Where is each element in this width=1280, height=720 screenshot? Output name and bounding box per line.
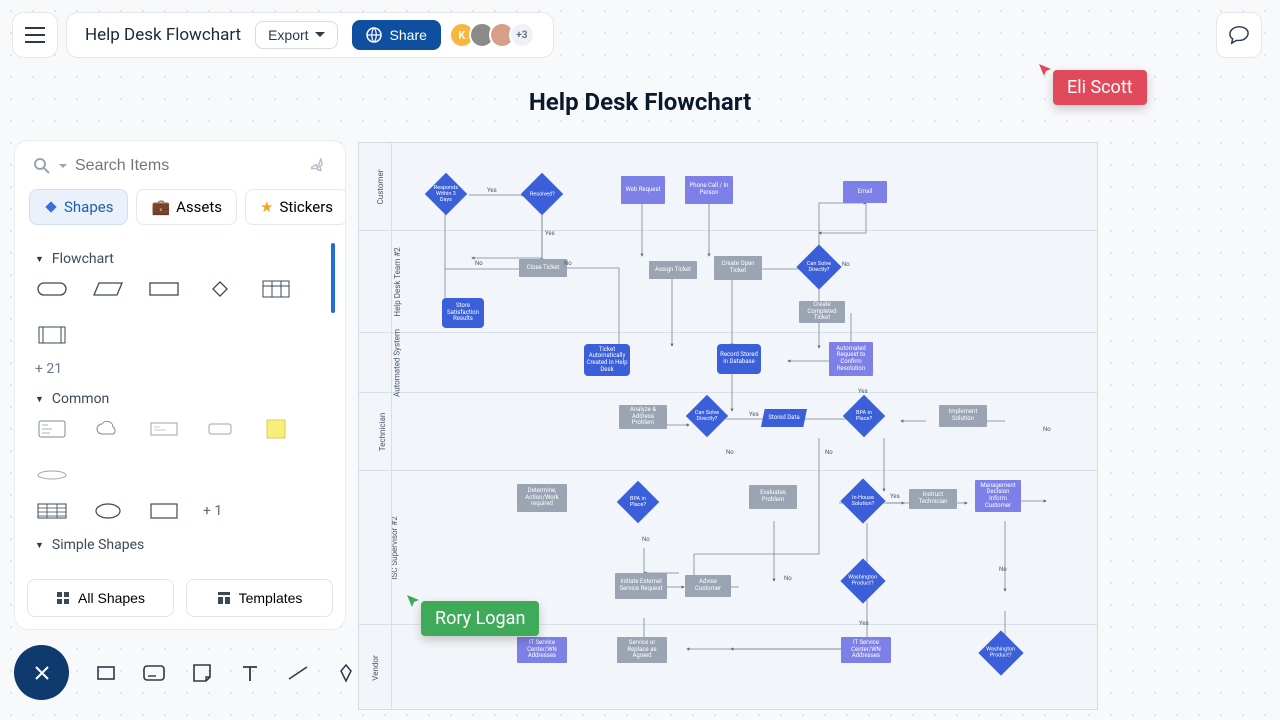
doc-title-bar: Help Desk Flowchart Export Share K +3 [66, 12, 554, 58]
shapes-sidebar: Shapes 💼 Assets ★ Stickers ▼Flowchart + … [14, 140, 346, 630]
close-icon [33, 664, 51, 682]
scrollbar[interactable] [331, 243, 335, 313]
briefcase-icon: 💼 [151, 198, 170, 216]
node-instruct[interactable]: Instruct Technician [909, 489, 957, 509]
category-flowchart[interactable]: ▼Flowchart [35, 251, 325, 267]
node-initiate-ext[interactable]: Initiate External Service Request [615, 573, 667, 599]
diamond-icon [44, 200, 58, 214]
shape-table[interactable] [259, 277, 293, 301]
search-icon [33, 157, 51, 175]
shapes-tabs: Shapes 💼 Assets ★ Stickers [25, 181, 335, 233]
shape-cloud[interactable] [91, 417, 125, 441]
all-shapes-button[interactable]: All Shapes [27, 579, 174, 617]
node-advise[interactable]: Advise Customer [685, 575, 731, 597]
common-more[interactable]: + 1 [203, 499, 222, 523]
share-button[interactable]: Share [352, 20, 441, 50]
node-evaluates[interactable]: Evaluates Problem [749, 485, 797, 509]
shape-card[interactable] [35, 417, 69, 441]
topbar: Help Desk Flowchart Export Share K +3 [12, 12, 554, 58]
node-ticket-auto[interactable]: Ticket Automatically Created in Help Des… [584, 344, 630, 376]
category-common[interactable]: ▼Common [35, 391, 325, 407]
shape-decision[interactable] [203, 277, 237, 301]
tab-stickers[interactable]: ★ Stickers [245, 189, 346, 225]
node-itservice2[interactable]: IT Service Center/WN Addresses [841, 637, 891, 663]
search-row [25, 151, 335, 181]
chevron-down-icon [59, 164, 67, 169]
shape-tag[interactable] [203, 417, 237, 441]
swimlane: Vendor [359, 625, 1097, 710]
shape-rect[interactable] [147, 499, 181, 523]
tool-sticky[interactable] [187, 658, 217, 688]
shapes-panel-body: ▼Flowchart + 21 ▼Common + 1 ▼Simple Shap… [25, 233, 335, 613]
tool-pen[interactable] [331, 658, 361, 688]
presence-avatars[interactable]: K +3 [455, 22, 535, 48]
avatar-more[interactable]: +3 [509, 22, 535, 48]
chat-button[interactable] [1216, 12, 1262, 58]
globe-icon [366, 27, 382, 43]
cursor-icon [1037, 62, 1053, 78]
shape-container[interactable] [35, 463, 69, 487]
node-email[interactable]: Email [843, 181, 887, 203]
node-store-sat[interactable]: Store Satisfaction Results [442, 298, 484, 328]
tool-text[interactable] [235, 658, 265, 688]
node-create-completed[interactable]: Create Completed Ticket [799, 301, 845, 323]
tab-shapes[interactable]: Shapes [29, 189, 128, 225]
shape-process[interactable] [147, 277, 181, 301]
presence-cursor-eli: Eli Scott [1037, 62, 1147, 105]
node-create-open[interactable]: Create Open Ticket [714, 256, 762, 280]
doc-title[interactable]: Help Desk Flowchart [85, 25, 241, 45]
shape-label[interactable] [147, 417, 181, 441]
close-fab[interactable] [14, 645, 69, 700]
tool-line[interactable] [283, 658, 313, 688]
search-input[interactable] [75, 157, 295, 175]
node-assign[interactable]: Assign Ticket [649, 261, 697, 279]
menu-button[interactable] [12, 12, 58, 58]
node-implement[interactable]: Implement Solution [939, 405, 987, 427]
shape-data[interactable] [91, 277, 125, 301]
category-simple[interactable]: ▼Simple Shapes [35, 537, 325, 553]
shape-terminator[interactable] [35, 277, 69, 301]
flowchart-more[interactable]: + 21 [35, 361, 325, 377]
chevron-down-icon [315, 32, 325, 38]
shape-grid[interactable] [35, 499, 69, 523]
tool-card[interactable] [139, 658, 169, 688]
shape-sticky[interactable] [259, 417, 293, 441]
node-itservice1[interactable]: IT Service Center/WN Addresses [517, 637, 567, 663]
tool-rect[interactable] [91, 658, 121, 688]
presence-cursor-rory: Rory Logan [405, 593, 539, 636]
bottom-toolbar [14, 645, 361, 700]
node-close[interactable]: Close Ticket [519, 259, 567, 277]
node-analyze[interactable]: Analyze & Address Problem [619, 405, 667, 429]
export-button[interactable]: Export [255, 21, 337, 49]
star-icon: ★ [260, 198, 273, 216]
hamburger-icon [25, 27, 45, 43]
templates-icon [217, 591, 231, 605]
templates-button[interactable]: Templates [186, 579, 333, 617]
cursor-icon [405, 593, 421, 609]
shape-ellipse[interactable] [91, 499, 125, 523]
node-mgmt[interactable]: Management Decision Inform Customer [975, 480, 1021, 512]
node-stored-data[interactable]: Stored Data [761, 409, 807, 427]
shape-predefined[interactable] [35, 323, 69, 347]
node-phonecall[interactable]: Phone Call / In Person [685, 176, 733, 204]
node-auto-req[interactable]: Automated Request to Confirm Resolution [829, 342, 873, 376]
chat-icon [1228, 25, 1250, 45]
node-serv-replace[interactable]: Service or Replace as Agreed [617, 637, 667, 663]
grid-icon [56, 591, 70, 605]
node-webreq[interactable]: Web Request [621, 176, 665, 204]
node-determine[interactable]: Determine, Action/Work required [517, 484, 567, 512]
node-record-db[interactable]: Record Stored in Database [717, 344, 761, 374]
pin-icon[interactable] [311, 158, 327, 174]
tab-assets[interactable]: 💼 Assets [136, 189, 237, 225]
